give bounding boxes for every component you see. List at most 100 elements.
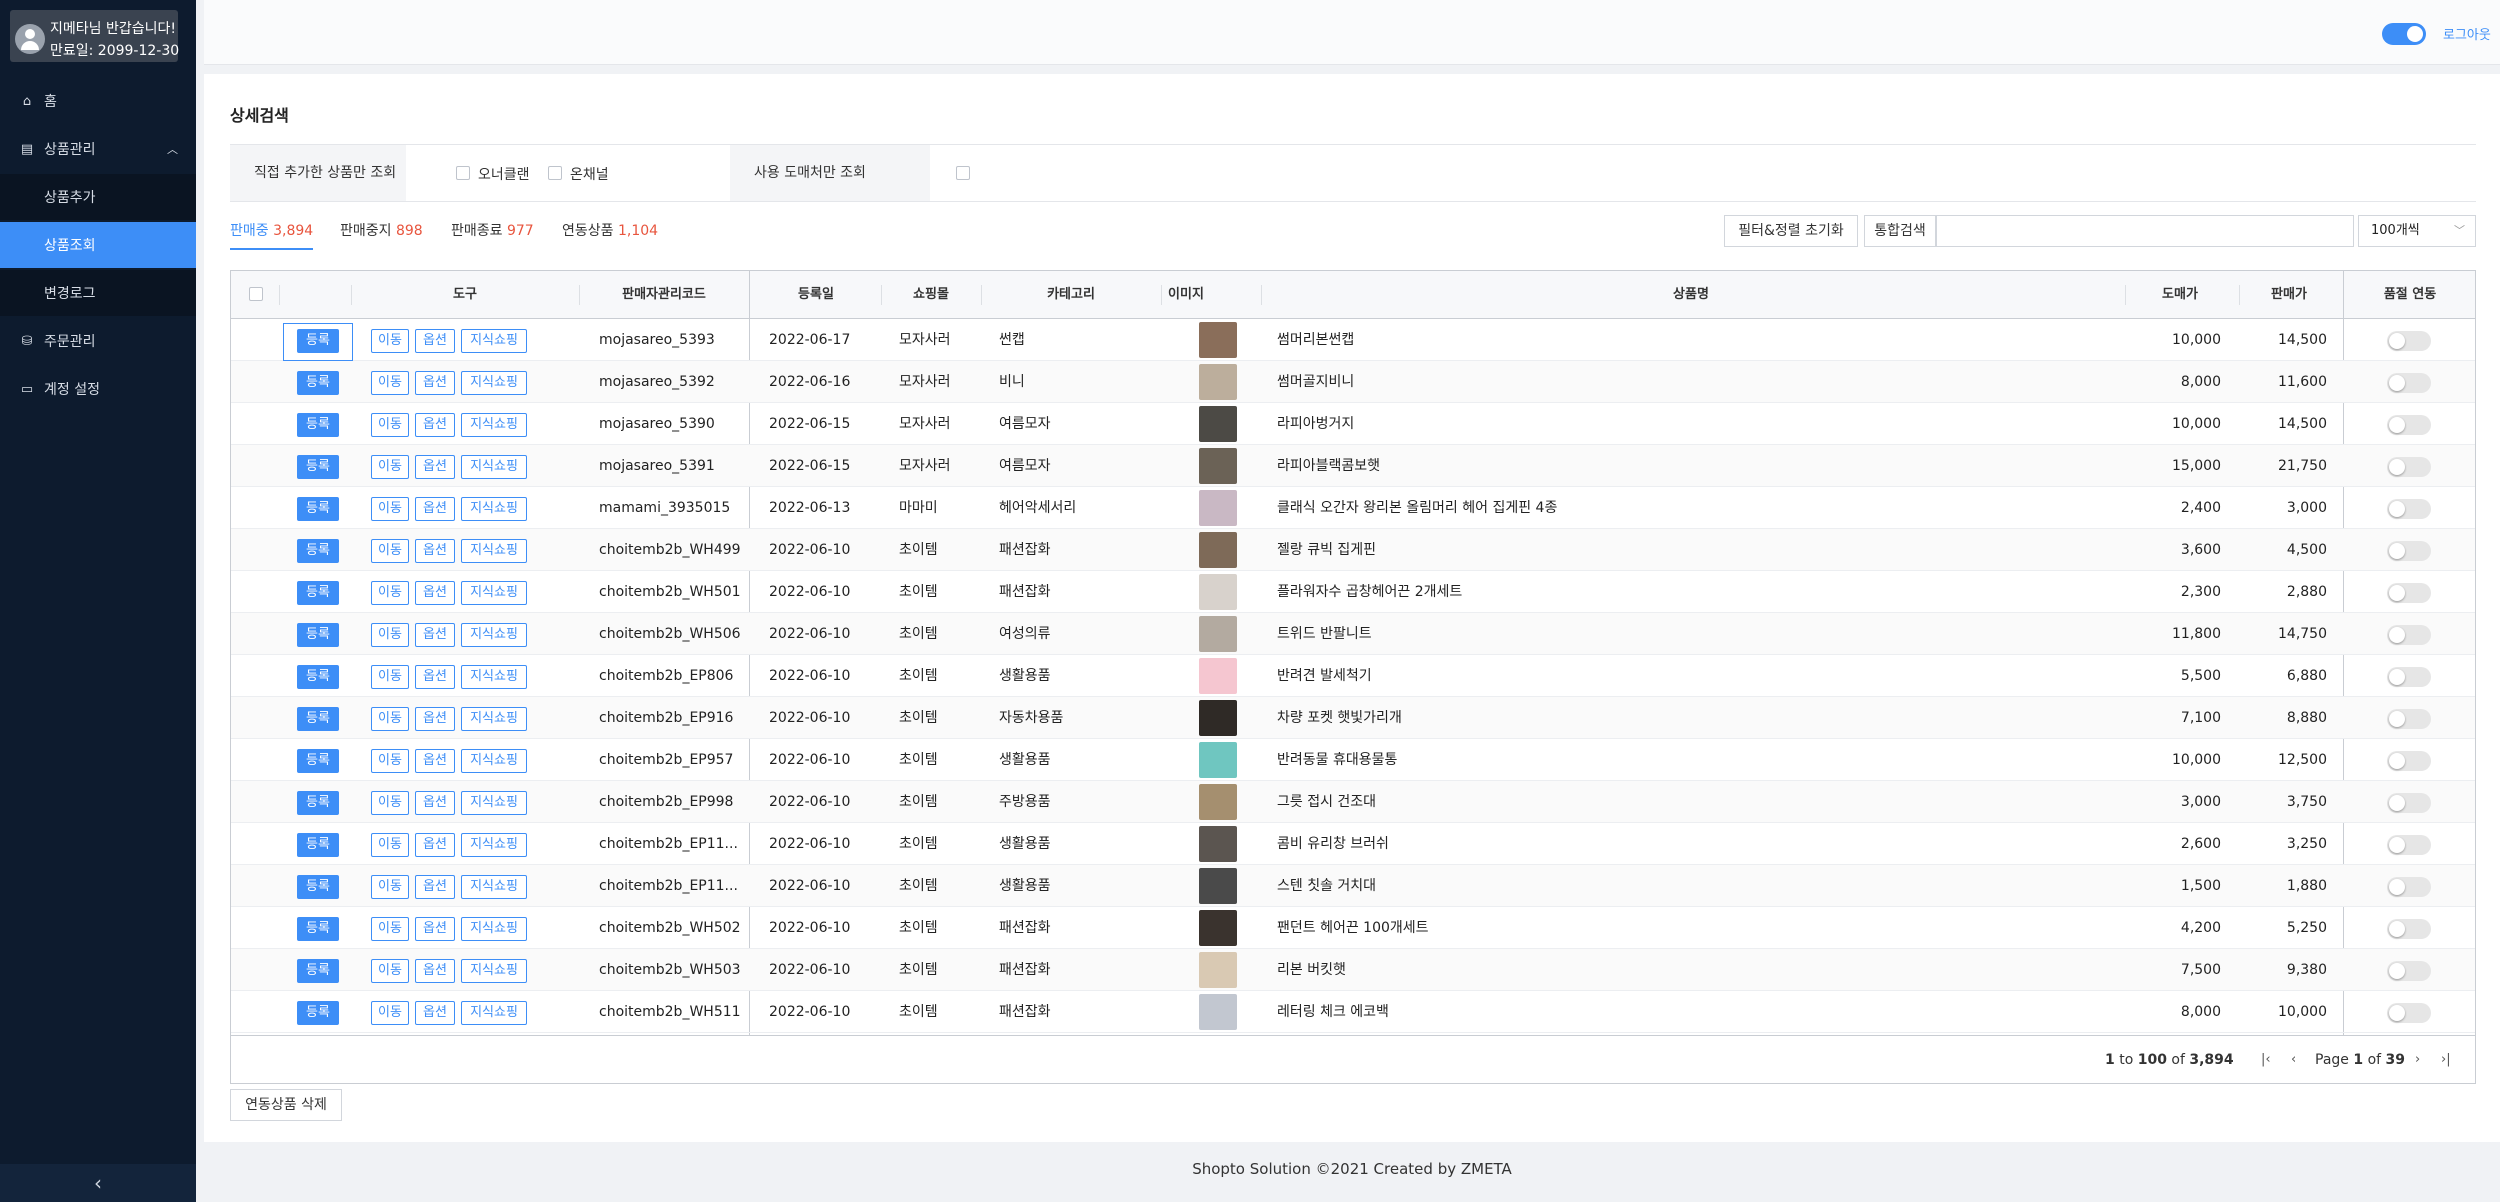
move-button[interactable]: 이동 [371,665,409,689]
move-button[interactable]: 이동 [371,497,409,521]
shopping-button[interactable]: 지식쇼핑 [461,959,527,983]
tab-on-sale[interactable]: 판매중 3,894 [230,220,314,250]
shopping-button[interactable]: 지식쇼핑 [461,749,527,773]
register-button[interactable]: 등록 [297,707,339,731]
sync-toggle[interactable] [2387,457,2431,477]
shopping-button[interactable]: 지식쇼핑 [461,833,527,857]
option-button[interactable]: 옵션 [415,959,455,983]
shopping-button[interactable]: 지식쇼핑 [461,371,527,395]
shopping-button[interactable]: 지식쇼핑 [461,497,527,521]
prev-page-icon[interactable]: ‹ [2291,1036,2296,1084]
sync-toggle[interactable] [2387,961,2431,981]
col-code[interactable]: 판매자관리코드 [579,271,749,319]
col-category[interactable]: 카테고리 [981,271,1161,319]
register-button[interactable]: 등록 [297,875,339,899]
tab-sale-stopped[interactable]: 판매중지 898 [340,220,423,240]
table-row[interactable]: 등록 이동 옵션 지식쇼핑 choitemb2b_WH501 2022-06-10 초이템 패… [231,571,2475,613]
product-thumbnail[interactable] [1199,700,1237,736]
shopping-button[interactable]: 지식쇼핑 [461,707,527,731]
sync-toggle[interactable] [2387,499,2431,519]
product-thumbnail[interactable] [1199,994,1237,1030]
move-button[interactable]: 이동 [371,539,409,563]
next-page-icon[interactable]: › [2415,1036,2420,1084]
sync-toggle[interactable] [2387,667,2431,687]
option-button[interactable]: 옵션 [415,623,455,647]
product-thumbnail[interactable] [1199,490,1237,526]
sidebar-item-product-management[interactable]: ▤ 상품관리 ︿ [0,126,196,172]
table-row[interactable]: 등록 이동 옵션 지식쇼핑 mojasareo_5393 2022-06-17 모자사러 썬캡… [231,319,2475,361]
reset-filter-button[interactable]: 필터&정렬 초기화 [1724,215,1858,247]
move-button[interactable]: 이동 [371,623,409,647]
option-button[interactable]: 옵션 [415,329,455,353]
table-row[interactable]: 등록 이동 옵션 지식쇼핑 choitemb2b_EP957 2022-06-10 초이템 생… [231,739,2475,781]
sync-toggle[interactable] [2387,1003,2431,1023]
sidebar-collapse-button[interactable]: ‹ [0,1164,196,1202]
product-thumbnail[interactable] [1199,364,1237,400]
sync-toggle[interactable] [2387,583,2431,603]
search-type-label[interactable]: 통합검색 [1864,215,1936,247]
table-row[interactable]: 등록 이동 옵션 지식쇼핑 choitemb2b_WH502 2022-06-10 초이템 패… [231,907,2475,949]
table-row[interactable]: 등록 이동 옵션 지식쇼핑 choitemb2b_WH499 2022-06-10 초이템 패… [231,529,2475,571]
move-button[interactable]: 이동 [371,581,409,605]
sidebar-item-order-management[interactable]: ⛁ 주문관리 [0,318,196,364]
shopping-button[interactable]: 지식쇼핑 [461,581,527,605]
shopping-button[interactable]: 지식쇼핑 [461,455,527,479]
register-button[interactable]: 등록 [297,371,339,395]
register-button[interactable]: 등록 [297,1001,339,1025]
product-thumbnail[interactable] [1199,784,1237,820]
move-button[interactable]: 이동 [371,371,409,395]
option-button[interactable]: 옵션 [415,455,455,479]
option-button[interactable]: 옵션 [415,917,455,941]
sync-toggle[interactable] [2387,793,2431,813]
shopping-button[interactable]: 지식쇼핑 [461,665,527,689]
col-tools[interactable]: 도구 [351,271,579,319]
col-date[interactable]: 등록일 [751,271,881,319]
option-button[interactable]: 옵션 [415,413,455,437]
move-button[interactable]: 이동 [371,749,409,773]
search-input[interactable] [1936,215,2354,247]
shopping-button[interactable]: 지식쇼핑 [461,875,527,899]
owner-clean-checkbox[interactable] [456,166,470,180]
table-row[interactable]: 등록 이동 옵션 지식쇼핑 choitemb2b_EP11... 2022-06-10 초이… [231,865,2475,907]
register-button[interactable]: 등록 [297,791,339,815]
sync-toggle[interactable] [2387,373,2431,393]
delete-linked-button[interactable]: 연동상품 삭제 [230,1089,342,1121]
shopping-button[interactable]: 지식쇼핑 [461,917,527,941]
shopping-button[interactable]: 지식쇼핑 [461,413,527,437]
option-button[interactable]: 옵션 [415,497,455,521]
sync-toggle[interactable] [2387,331,2431,351]
sync-toggle[interactable] [2387,835,2431,855]
product-thumbnail[interactable] [1199,826,1237,862]
table-row[interactable]: 등록 이동 옵션 지식쇼핑 mojasareo_5390 2022-06-15 모자사러 여름… [231,403,2475,445]
move-button[interactable]: 이동 [371,791,409,815]
last-page-icon[interactable]: ›| [2441,1036,2451,1084]
col-name[interactable]: 상품명 [1261,271,2121,319]
option-button[interactable]: 옵션 [415,371,455,395]
move-button[interactable]: 이동 [371,959,409,983]
table-row[interactable]: 등록 이동 옵션 지식쇼핑 choitemb2b_WH511 2022-06-10 초이템 패… [231,991,2475,1033]
product-thumbnail[interactable] [1199,742,1237,778]
table-row[interactable]: 등록 이동 옵션 지식쇼핑 choitemb2b_WH506 2022-06-10 초이템 여… [231,613,2475,655]
move-button[interactable]: 이동 [371,413,409,437]
wholesale-only-checkbox[interactable] [956,166,970,180]
product-thumbnail[interactable] [1199,322,1237,358]
shopping-button[interactable]: 지식쇼핑 [461,791,527,815]
sidebar-item-account-settings[interactable]: ▭ 계정 설정 [0,366,196,412]
table-row[interactable]: 등록 이동 옵션 지식쇼핑 choitemb2b_EP11... 2022-06-10 초이… [231,823,2475,865]
option-button[interactable]: 옵션 [415,581,455,605]
sidebar-item-product-search[interactable]: 상품조회 [0,222,196,268]
sidebar-item-home[interactable]: ⌂ 홈 [0,78,196,124]
product-thumbnail[interactable] [1199,658,1237,694]
product-thumbnail[interactable] [1199,406,1237,442]
table-row[interactable]: 등록 이동 옵션 지식쇼핑 mojasareo_5392 2022-06-16 모자사러 비니… [231,361,2475,403]
tab-linked-products[interactable]: 연동상품 1,104 [562,220,658,240]
option-button[interactable]: 옵션 [415,707,455,731]
register-button[interactable]: 등록 [297,959,339,983]
col-image[interactable]: 이미지 [1161,271,1211,319]
product-thumbnail[interactable] [1199,616,1237,652]
sync-toggle[interactable] [2387,541,2431,561]
product-thumbnail[interactable] [1199,910,1237,946]
product-thumbnail[interactable] [1199,574,1237,610]
header-toggle[interactable] [2382,23,2426,45]
sync-toggle[interactable] [2387,625,2431,645]
